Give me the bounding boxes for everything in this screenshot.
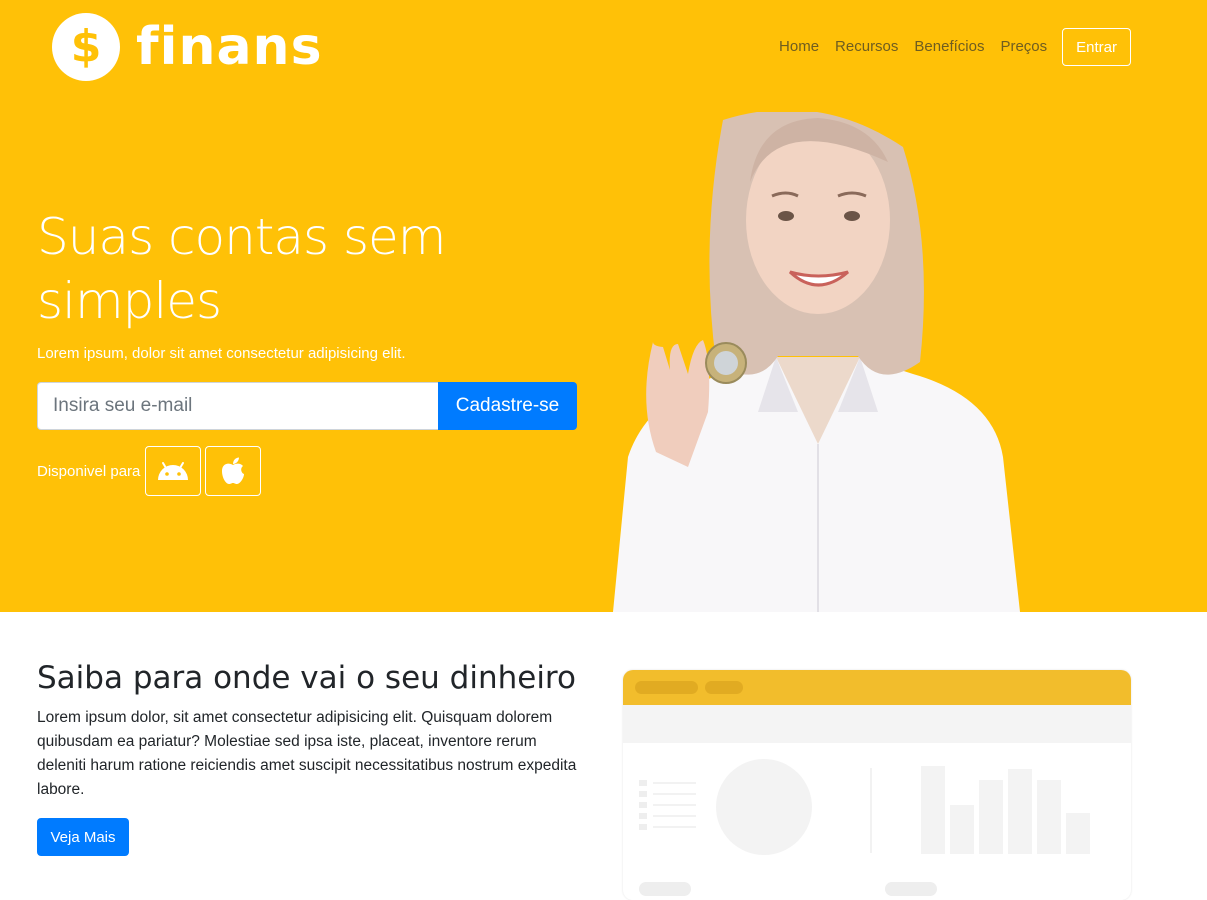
hero-subtitle: Lorem ipsum, dolor sit amet consectetur …	[37, 345, 406, 362]
dollar-coin-icon: $	[52, 13, 120, 81]
android-store-button[interactable]	[145, 446, 202, 496]
dashboard-mockup-illustration	[623, 670, 1131, 896]
brand-name: finans	[136, 17, 323, 77]
brand-logo[interactable]: $ finans	[52, 13, 323, 81]
dashboard-mockup	[623, 670, 1131, 900]
woman-holding-coin-photo	[613, 112, 1020, 612]
signup-form: Cadastre-se	[37, 382, 577, 430]
section-title: Saiba para onde vai o seu dinheiro	[37, 660, 576, 696]
email-input[interactable]	[37, 382, 438, 430]
hero-title: Suas contas sem simples	[37, 208, 447, 330]
login-button[interactable]: Entrar	[1062, 28, 1131, 66]
nav-precos-link[interactable]: Preços	[1000, 28, 1047, 66]
nav-recursos-link[interactable]: Recursos	[835, 28, 898, 66]
hero-section: $ finans Home Recursos Benefícios Preços…	[0, 0, 1207, 612]
nav-home-link[interactable]: Home	[779, 28, 819, 66]
available-label: Disponivel para	[37, 462, 141, 480]
android-icon	[158, 462, 189, 480]
main-nav: Home Recursos Benefícios Preços Entrar	[763, 28, 1131, 66]
see-more-button[interactable]: Veja Mais	[37, 818, 129, 856]
app-availability: Disponivel para	[37, 446, 265, 496]
apple-icon	[222, 457, 245, 484]
apple-store-button[interactable]	[205, 446, 262, 496]
nav-beneficios-link[interactable]: Benefícios	[914, 28, 984, 66]
section-text: Lorem ipsum dolor, sit amet consectetur …	[37, 709, 577, 798]
signup-button[interactable]: Cadastre-se	[438, 382, 577, 430]
logo-glyph: $	[70, 21, 102, 72]
